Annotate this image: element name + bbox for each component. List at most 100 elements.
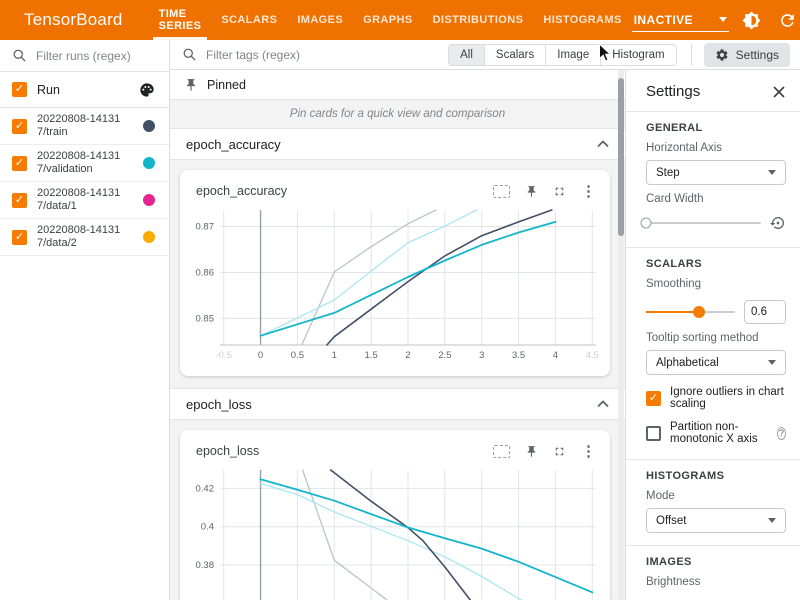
tab-time-series[interactable]: TIME SERIES: [149, 0, 212, 40]
svg-text:0.87: 0.87: [196, 222, 215, 233]
more-options-icon[interactable]: ⋮: [581, 444, 596, 459]
slider-knob[interactable]: [641, 218, 652, 229]
settings-images-section: IMAGES Brightness Contrast: [626, 546, 800, 600]
svg-text:3.5: 3.5: [512, 350, 525, 361]
run-checkbox[interactable]: ✓: [12, 156, 27, 171]
settings-histograms-section: HISTOGRAMS Mode Offset: [626, 460, 800, 545]
checkbox[interactable]: ✓: [646, 391, 661, 406]
filter-runs-input[interactable]: Filter runs (regex): [0, 40, 169, 72]
horizontal-axis-select[interactable]: Step: [646, 160, 786, 185]
settings-scalars-section: SCALARS Smoothing Tooltip sorting method…: [626, 248, 800, 459]
search-icon: [182, 47, 197, 62]
app-logo: TensorBoard: [0, 0, 149, 40]
svg-text:0.5: 0.5: [291, 350, 304, 361]
toolbar-divider: [691, 44, 692, 66]
tab-images[interactable]: IMAGES: [287, 0, 353, 40]
svg-text:1: 1: [332, 350, 337, 361]
svg-text:4: 4: [553, 350, 558, 361]
data-selection-icon[interactable]: [493, 445, 510, 458]
run-checkbox[interactable]: ✓: [12, 119, 27, 134]
run-checkbox[interactable]: ✓: [12, 230, 27, 245]
close-icon[interactable]: [772, 85, 786, 99]
filter-runs-placeholder: Filter runs (regex): [36, 49, 131, 63]
settings-panel: Settings GENERAL Horizontal Axis Step: [625, 70, 800, 600]
partition-x-axis-checkbox[interactable]: Partition non-monotonic X axis ?: [646, 421, 786, 445]
histogram-mode-select[interactable]: Offset: [646, 508, 786, 533]
run-color-dot: [143, 157, 155, 169]
tab-scalars[interactable]: SCALARS: [211, 0, 287, 40]
run-column-label: Run: [37, 83, 60, 97]
filter-all-button[interactable]: All: [448, 44, 485, 66]
filter-histogram-button[interactable]: Histogram: [600, 44, 676, 66]
pinned-section-header: Pinned: [170, 70, 625, 100]
tab-distributions[interactable]: DISTRIBUTIONS: [423, 0, 534, 40]
card-epoch-loss: epoch_loss ⋮: [180, 430, 610, 600]
data-selection-icon[interactable]: [493, 185, 510, 198]
svg-text:2.5: 2.5: [438, 350, 451, 361]
svg-text:0.4: 0.4: [201, 522, 214, 533]
cards-area: Pinned Pin cards for a quick view and co…: [170, 70, 625, 600]
svg-text:1.5: 1.5: [365, 350, 378, 361]
run-color-dot: [143, 120, 155, 132]
filter-scalars-button[interactable]: Scalars: [484, 44, 546, 66]
run-row-train[interactable]: ✓ 20220808-141317/train: [0, 108, 169, 145]
pin-card-icon[interactable]: [525, 445, 538, 458]
section-epoch-loss[interactable]: epoch_loss: [170, 388, 625, 420]
scrollbar-thumb[interactable]: [618, 78, 624, 236]
refresh-icon[interactable]: [773, 5, 800, 35]
palette-icon[interactable]: [139, 82, 155, 98]
smoothing-slider[interactable]: [646, 311, 735, 313]
chevron-down-icon: [719, 17, 727, 22]
run-checkbox[interactable]: ✓: [12, 193, 27, 208]
svg-text:2: 2: [405, 350, 410, 361]
tab-graphs[interactable]: GRAPHS: [353, 0, 422, 40]
pin-hint-text: Pin cards for a quick view and compariso…: [170, 100, 625, 128]
run-row-validation[interactable]: ✓ 20220808-141317/validation: [0, 145, 169, 182]
filter-tags-input[interactable]: Filter tags (regex): [182, 47, 448, 62]
checkbox[interactable]: [646, 426, 661, 441]
epoch-loss-chart[interactable]: 0.360.380.40.42: [180, 466, 604, 600]
smoothing-value-input[interactable]: [744, 300, 786, 324]
run-row-data-2[interactable]: ✓ 20220808-141317/data/2: [0, 219, 169, 256]
filter-image-button[interactable]: Image: [545, 44, 601, 66]
svg-text:0.38: 0.38: [196, 560, 215, 571]
chevron-up-icon[interactable]: [597, 140, 609, 148]
tab-histograms[interactable]: HISTOGRAMS: [533, 0, 631, 40]
tags-toolbar: Filter tags (regex) All Scalars Image Hi…: [170, 40, 800, 70]
runs-sidebar: Filter runs (regex) ✓ Run ✓ 20220808-141…: [0, 40, 170, 600]
ignore-outliers-checkbox[interactable]: ✓ Ignore outliers in chart scaling: [646, 386, 786, 410]
card-width-slider[interactable]: [646, 222, 761, 224]
section-epoch-accuracy[interactable]: epoch_accuracy: [170, 128, 625, 160]
svg-text:4.5: 4.5: [586, 350, 599, 361]
run-color-dot: [143, 194, 155, 206]
settings-button[interactable]: Settings: [704, 43, 790, 67]
chevron-up-icon[interactable]: [597, 400, 609, 408]
svg-text:0.85: 0.85: [196, 313, 215, 324]
run-row-data-1[interactable]: ✓ 20220808-141317/data/1: [0, 182, 169, 219]
search-icon: [12, 48, 27, 63]
tooltip-sorting-select[interactable]: Alphabetical: [646, 350, 786, 375]
chevron-down-icon: [768, 170, 776, 175]
cards-scroll-region[interactable]: Pin cards for a quick view and compariso…: [170, 100, 625, 600]
fullscreen-icon[interactable]: [553, 445, 566, 458]
gear-icon: [715, 48, 729, 62]
nav-tabs: TIME SERIES SCALARS IMAGES GRAPHS DISTRI…: [149, 0, 632, 40]
help-icon[interactable]: ?: [777, 427, 786, 440]
settings-general-section: GENERAL Horizontal Axis Step Card Width: [626, 112, 800, 247]
epoch-accuracy-chart[interactable]: 0.850.860.87-0.500.511.522.533.544.5: [180, 206, 604, 366]
reset-icon[interactable]: [770, 215, 786, 231]
chevron-down-icon: [768, 518, 776, 523]
run-select-all-checkbox[interactable]: ✓: [12, 82, 27, 97]
run-color-dot: [143, 231, 155, 243]
reload-status-select[interactable]: INACTIVE: [632, 10, 729, 32]
more-options-icon[interactable]: ⋮: [581, 184, 596, 199]
settings-panel-title: Settings: [646, 83, 700, 100]
app-header: TensorBoard TIME SERIES SCALARS IMAGES G…: [0, 0, 800, 40]
fullscreen-icon[interactable]: [553, 185, 566, 198]
svg-text:0.86: 0.86: [196, 267, 215, 278]
pin-card-icon[interactable]: [525, 185, 538, 198]
chevron-down-icon: [768, 360, 776, 365]
dark-mode-toggle-icon[interactable]: [737, 5, 767, 35]
svg-text:0: 0: [258, 350, 263, 361]
slider-knob[interactable]: [693, 306, 705, 318]
